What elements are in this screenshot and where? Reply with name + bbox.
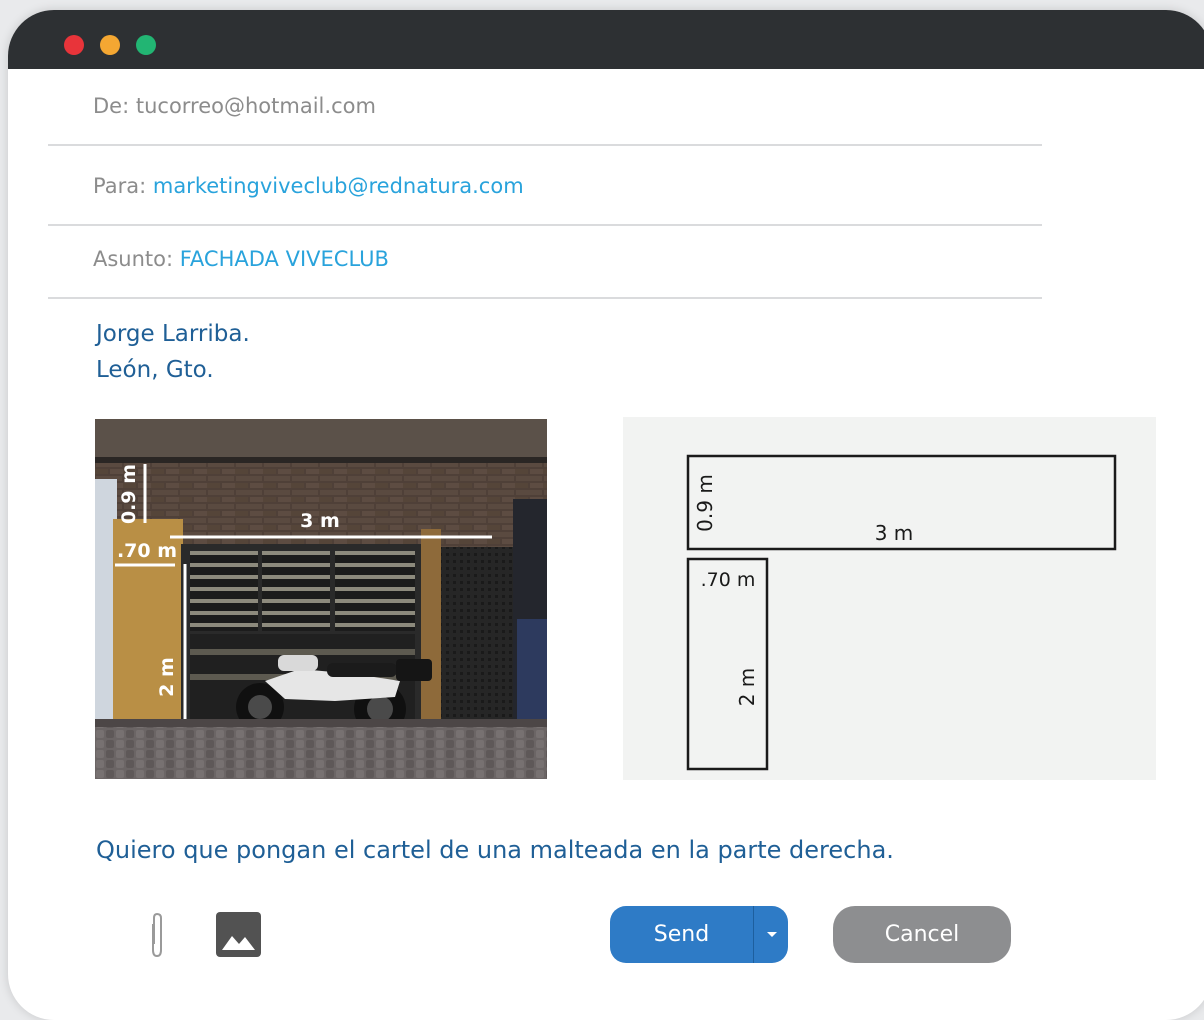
photo-label-width-top: 3 m: [300, 510, 340, 532]
sign-sketch-diagram: 0.9 m 3 m .70 m 2 m: [623, 417, 1156, 780]
subject-field[interactable]: Asunto: FACHADA VIVECLUB: [93, 247, 389, 271]
photo-label-height-top: 0.9 m: [118, 464, 140, 524]
to-label: Para:: [93, 174, 147, 198]
photo-label-width-side: .70 m: [117, 540, 177, 562]
photo-label-height-side: 2 m: [156, 657, 178, 697]
send-options-dropdown[interactable]: [754, 906, 788, 963]
from-value: tucorreo@hotmail.com: [135, 94, 376, 118]
sketch-label-height-side: 2 m: [735, 668, 759, 707]
to-value: marketingviveclub@rednatura.com: [152, 174, 524, 198]
send-button[interactable]: Send: [610, 906, 753, 963]
email-compose-window: De: tucorreo@hotmail.com Para: marketing…: [8, 10, 1204, 1020]
title-bar: [8, 10, 1204, 69]
maximize-window-button[interactable]: [136, 35, 156, 55]
image-icon[interactable]: [216, 912, 261, 957]
signature-city: León, Gto.: [96, 357, 214, 383]
divider: [48, 224, 1042, 226]
signature-block: Jorge Larriba. León, Gto.: [96, 316, 250, 388]
to-field[interactable]: Para: marketingviveclub@rednatura.com: [93, 174, 524, 198]
storefront-photo: 0.9 m 3 m .70 m 2 m: [95, 419, 547, 779]
divider: [48, 144, 1042, 146]
send-button-group: Send: [610, 906, 788, 963]
paperclip-icon[interactable]: [146, 910, 168, 960]
subject-value: FACHADA VIVECLUB: [179, 247, 389, 271]
sketch-label-width-top: 3 m: [875, 521, 914, 545]
close-window-button[interactable]: [64, 35, 84, 55]
caret-down-icon: [767, 932, 777, 937]
message-body[interactable]: Quiero que pongan el cartel de una malte…: [96, 836, 894, 864]
cancel-button[interactable]: Cancel: [833, 906, 1011, 963]
signature-name: Jorge Larriba.: [96, 321, 250, 347]
from-field[interactable]: De: tucorreo@hotmail.com: [93, 94, 376, 118]
minimize-window-button[interactable]: [100, 35, 120, 55]
sketch-label-height-top: 0.9 m: [693, 474, 717, 532]
sketch-label-width-side: .70 m: [701, 569, 756, 591]
subject-label: Asunto:: [93, 247, 174, 271]
divider: [48, 297, 1042, 299]
from-label: De:: [93, 94, 130, 118]
